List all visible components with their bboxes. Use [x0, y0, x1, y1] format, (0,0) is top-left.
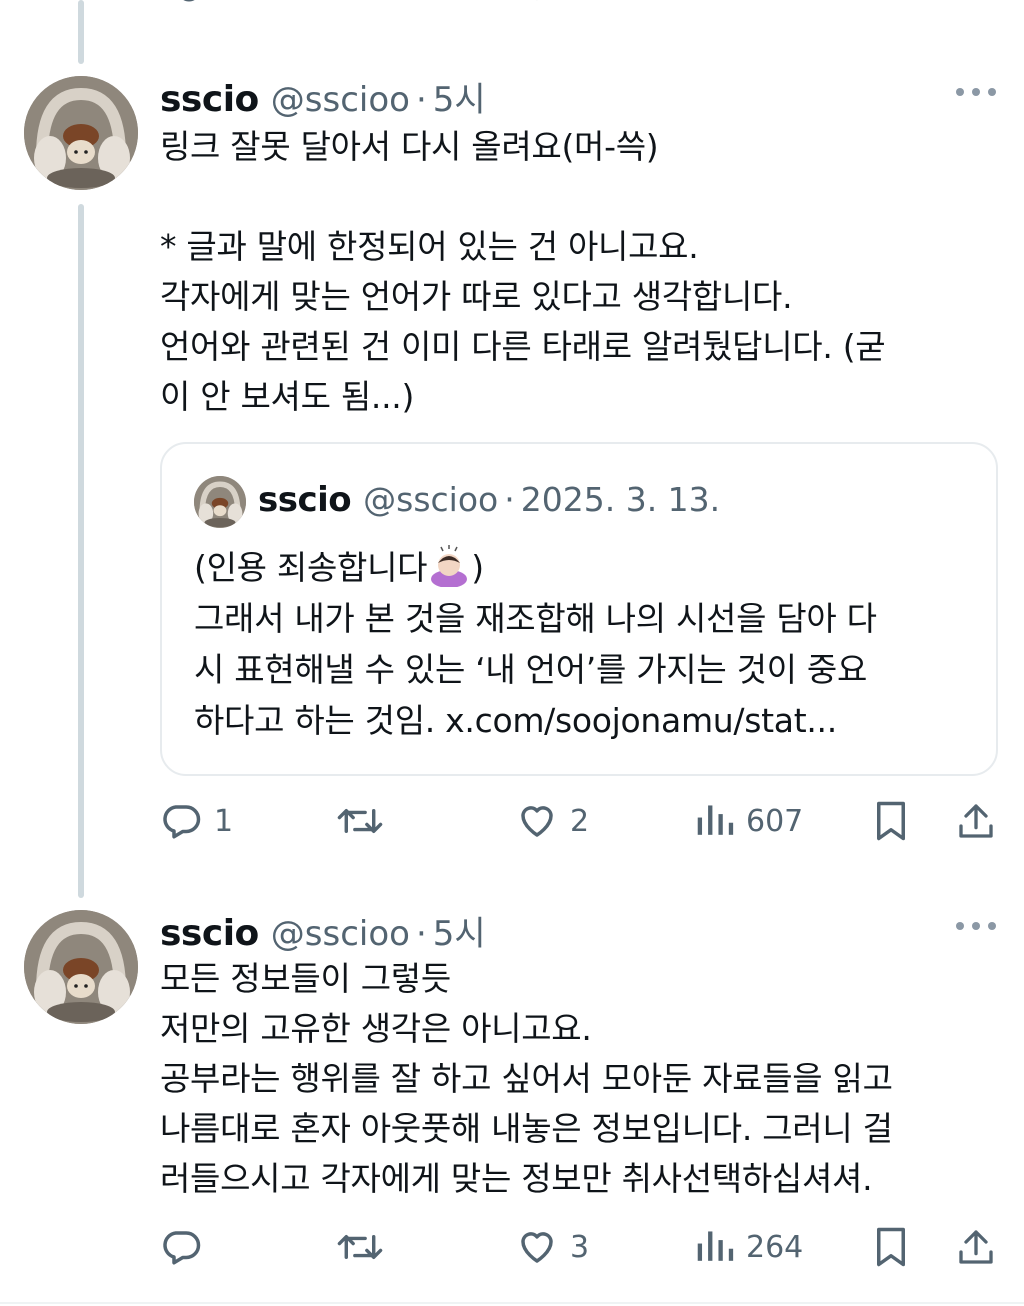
like-button[interactable]: 3 [516, 1222, 589, 1272]
share-button[interactable] [956, 1222, 996, 1272]
bookmark-icon [877, 801, 905, 841]
retweet-button[interactable] [336, 796, 396, 846]
more-icon[interactable] [956, 86, 996, 98]
view-count: 264 [746, 1229, 804, 1265]
separator-dot: · [504, 480, 515, 519]
share-button[interactable] [956, 796, 996, 846]
tweet-header: sscio @sscioo · 5시 [160, 72, 486, 120]
like-button[interactable]: 2 [516, 796, 589, 846]
quoted-tweet[interactable]: sscio @sscioo · 2025. 3. 13. (인용 죄송합니다) … [160, 442, 998, 776]
person-bowing-emoji [431, 545, 468, 587]
separator-dot: · [415, 914, 427, 954]
reply-icon [163, 1231, 201, 1265]
heart-icon [521, 806, 553, 837]
avatar-image [24, 76, 138, 190]
reply-icon [163, 805, 201, 839]
display-name[interactable]: sscio [160, 79, 259, 120]
quoted-date: 2025. 3. 13. [520, 480, 721, 519]
tweet[interactable]: sscio @sscioo · 5시 링크 잘못 달아서 다시 올려요(머-쓱)… [0, 0, 1024, 900]
avatar[interactable] [24, 76, 138, 190]
like-count: 3 [570, 1229, 590, 1265]
reply-count: 1 [214, 803, 234, 839]
tweet-actions: 3 264 [160, 1222, 1000, 1272]
share-icon [959, 804, 993, 838]
user-handle[interactable]: @sscioo [271, 914, 410, 954]
quoted-handle: @sscioo [363, 480, 499, 519]
bookmark-icon [877, 1227, 905, 1267]
tweet-header: sscio @sscioo · 5시 [160, 906, 486, 954]
like-count: 2 [570, 803, 590, 839]
retweet-icon [337, 809, 383, 833]
view-count: 607 [746, 803, 804, 839]
views-icon [697, 805, 734, 835]
tweet-text: 모든 정보들이 그렇듯 저만의 고유한 생각은 아니고요. 공부라는 행위를 잘… [160, 959, 893, 1198]
views-button[interactable]: 264 [696, 1222, 803, 1272]
bookmark-button[interactable] [872, 796, 910, 846]
quoted-text-body: 그래서 내가 본 것을 재조합해 나의 시선을 담아 다 시 표현해낼 수 있는… [194, 599, 877, 740]
tweet-text: 링크 잘못 달아서 다시 올려요(머-쓱) * 글과 말에 한정되어 있는 건 … [160, 127, 886, 416]
separator-dot: · [415, 80, 427, 120]
display-name[interactable]: sscio [160, 913, 259, 954]
quoted-text-suffix: ) [471, 548, 484, 587]
user-handle[interactable]: @sscioo [271, 80, 410, 120]
views-button[interactable]: 607 [696, 796, 803, 846]
quoted-text-prefix: (인용 죄송합니다 [194, 548, 428, 587]
retweet-button[interactable] [336, 1222, 396, 1272]
views-icon [697, 1231, 734, 1261]
tweet[interactable]: sscio @sscioo · 5시 모든 정보들이 그렇듯 저만의 고유한 생… [0, 900, 1024, 1306]
heart-icon [521, 1232, 553, 1263]
tweet-actions: 1 2 607 [160, 796, 1000, 846]
quoted-display-name: sscio [258, 480, 352, 520]
more-icon[interactable] [956, 920, 996, 932]
reply-button[interactable] [160, 1222, 214, 1272]
quoted-header: sscio @sscioo · 2025. 3. 13. [258, 480, 720, 520]
avatar-image [194, 476, 246, 528]
share-icon [959, 1230, 993, 1264]
avatar[interactable] [24, 910, 138, 1024]
reply-button[interactable]: 1 [160, 796, 233, 846]
bookmark-button[interactable] [872, 1222, 910, 1272]
bottom-divider [0, 1302, 1024, 1304]
quoted-text: (인용 죄송합니다) 그래서 내가 본 것을 재조합해 나의 시선을 담아 다 … [194, 542, 984, 746]
retweet-icon [337, 1234, 383, 1259]
timestamp[interactable]: 5시 [433, 906, 486, 955]
avatar-image [24, 910, 138, 1024]
timestamp[interactable]: 5시 [433, 72, 486, 121]
quoted-avatar [194, 476, 246, 528]
